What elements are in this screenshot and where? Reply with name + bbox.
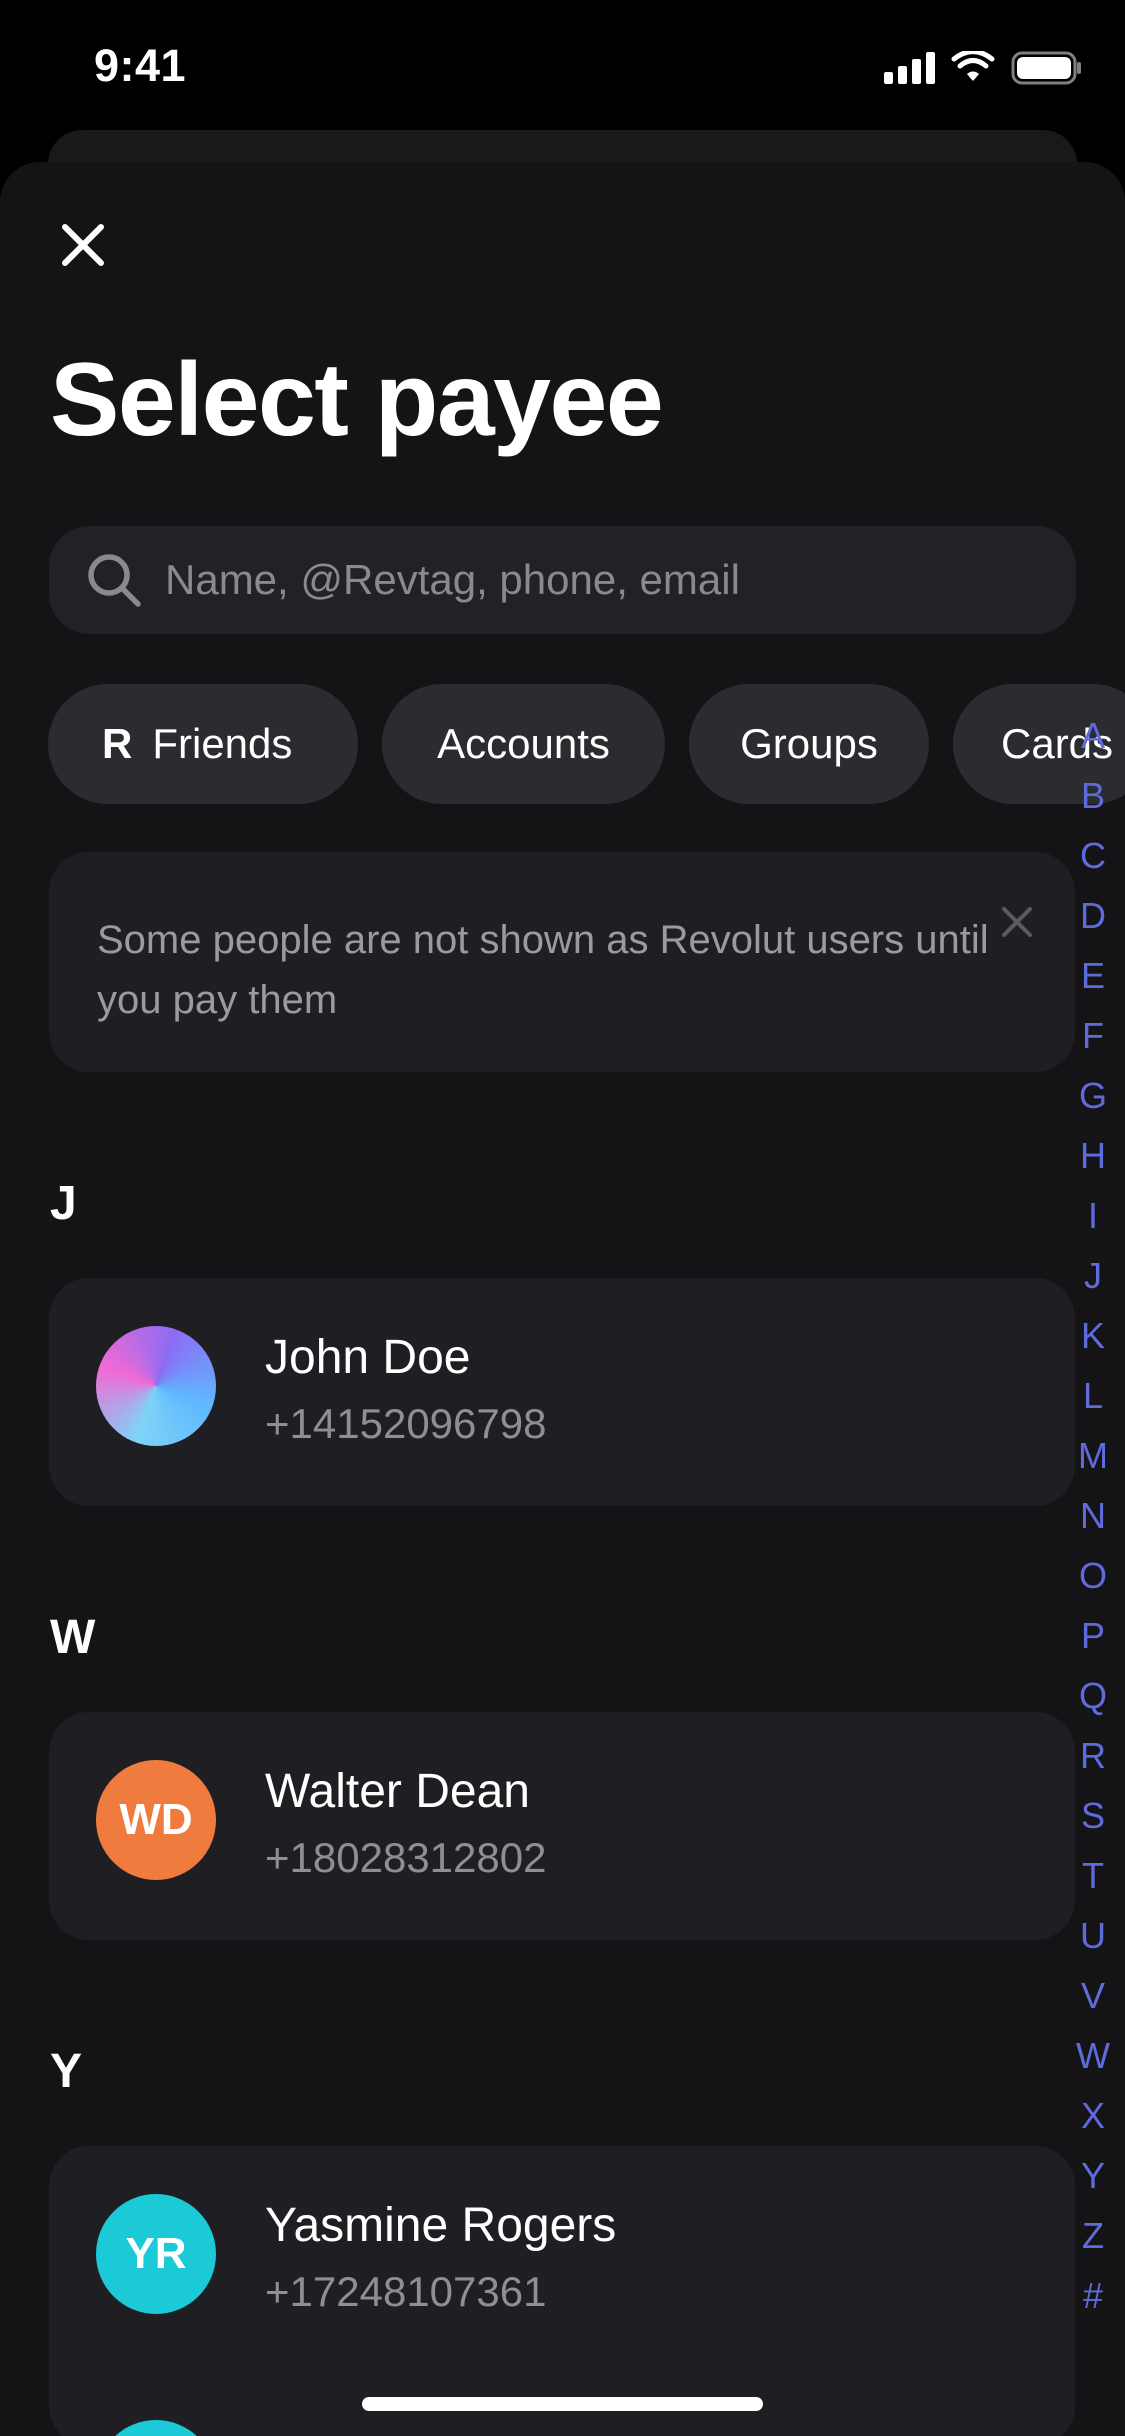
alphabet-index-letter[interactable]: I [1088,1186,1098,1246]
alphabet-index-letter[interactable]: F [1082,1006,1104,1066]
alphabet-index-letter[interactable]: A [1081,706,1105,766]
alphabet-index-letter[interactable]: W [1076,2026,1110,2086]
avatar: WD [96,1760,216,1880]
alphabet-index-letter[interactable]: L [1083,1366,1103,1426]
close-icon [1002,907,1032,937]
alphabet-index-letter[interactable]: S [1081,1786,1105,1846]
avatar: YR [96,2194,216,2314]
avatar-initials: YR [125,2229,187,2278]
contact-row-yasmine-rogers[interactable]: YR Yasmine Rogers +17248107361 [49,2146,1075,2436]
alphabet-index-letter[interactable]: E [1081,946,1105,1006]
close-button[interactable] [52,214,114,276]
alphabet-index-letter[interactable]: T [1082,1846,1104,1906]
alphabet-index-letter[interactable]: O [1079,1546,1107,1606]
alphabet-index-letter[interactable]: K [1081,1306,1105,1366]
notice-close-button[interactable] [987,892,1047,952]
alphabet-index-letter[interactable]: V [1081,1966,1105,2026]
alphabet-index-letter[interactable]: H [1080,1126,1106,1186]
contact-name: Yasmine Rogers [265,2199,617,2252]
notice-text: Some people are not shown as Revolut use… [97,918,989,1022]
alphabet-index-letter[interactable]: C [1080,826,1106,886]
avatar-initials: WD [119,1795,193,1844]
contact-phone: +18028312802 [265,1834,547,1881]
contact-name: John Doe [265,1331,471,1384]
alphabet-index-letter[interactable]: M [1078,1426,1108,1486]
alphabet-index-letter[interactable]: # [1083,2266,1103,2326]
status-time: 9:41 [94,40,187,91]
section-header-j: J [50,1177,77,1230]
close-icon [62,224,104,266]
screen: 9:41 Select payee Name, @Revtag, phone, … [0,0,1125,2436]
contact-row-john-doe[interactable]: John Doe +14152096798 [49,1278,1075,1506]
avatar [96,1326,216,1446]
battery-icon [1011,51,1081,85]
alphabet-index-letter[interactable]: B [1081,766,1105,826]
alphabet-index-letter[interactable]: D [1080,886,1106,946]
page-title: Select payee [50,342,664,458]
chip-groups[interactable]: Groups [689,684,929,804]
alphabet-index-letter[interactable]: Q [1079,1666,1107,1726]
revolut-r-icon: R [102,720,132,767]
chip-accounts[interactable]: Accounts [382,684,665,804]
filter-chips: R Friends Accounts Groups Cards [48,684,1125,804]
wifi-icon [951,51,995,81]
search-input[interactable] [165,556,1045,604]
search-bar[interactable] [49,526,1076,634]
contact-phone: +14152096798 [265,1400,547,1447]
alphabet-index-letter[interactable]: P [1081,1606,1105,1666]
alphabet-index-letter[interactable]: X [1081,2086,1105,2146]
section-header-w: W [50,1611,96,1664]
chip-accounts-label: Accounts [437,720,610,767]
home-indicator [362,2397,763,2411]
chip-friends-label: Friends [152,720,293,767]
cellular-signal-icon [884,52,935,84]
contact-name: Walter Dean [265,1765,530,1818]
alphabet-index-letter[interactable]: N [1080,1486,1106,1546]
contact-phone: +17248107361 [265,2268,547,2315]
alphabet-index-letter[interactable]: Z [1082,2206,1104,2266]
chip-groups-label: Groups [740,720,878,767]
status-icons [884,50,1083,86]
alphabet-index-letter[interactable]: J [1084,1246,1102,1306]
info-notice: Some people are not shown as Revolut use… [49,852,1075,1072]
alphabet-index-letter[interactable]: R [1080,1726,1106,1786]
chip-friends[interactable]: R Friends [48,684,358,804]
search-icon [88,554,141,607]
section-header-y: Y [50,2045,83,2098]
contact-row-walter-dean[interactable]: WD Walter Dean +18028312802 [49,1712,1075,1940]
alphabet-index-letter[interactable]: U [1080,1906,1106,1966]
alphabet-index-letter[interactable]: G [1079,1066,1107,1126]
alphabet-index-letter[interactable]: Y [1081,2146,1105,2206]
alphabet-index[interactable]: A B C D E F G H I J K L M N O P Q R S T U V W X Y Z # [1071,706,1115,2326]
